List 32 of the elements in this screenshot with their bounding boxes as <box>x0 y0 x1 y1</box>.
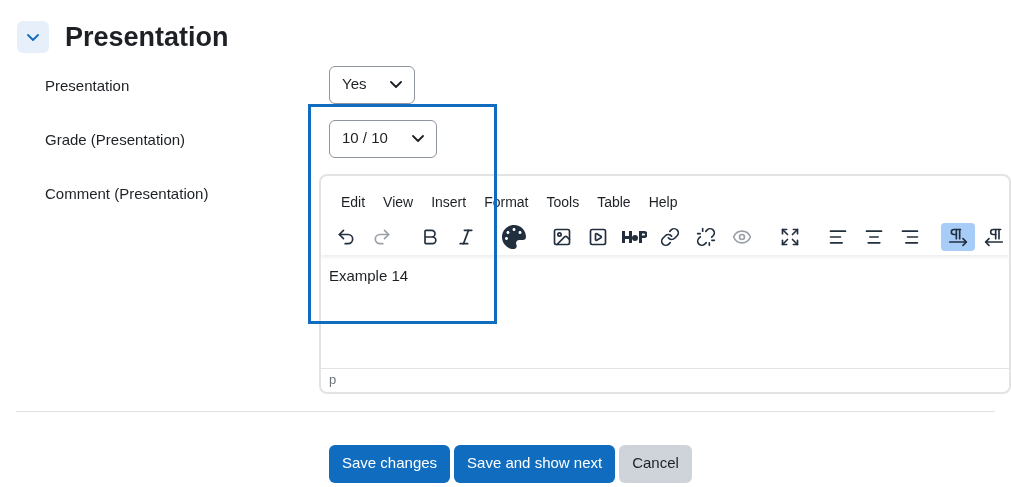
pilcrow-left-icon <box>983 226 1004 247</box>
menu-item[interactable]: Edit <box>332 189 374 215</box>
image-icon <box>551 226 572 247</box>
collapse-toggle[interactable] <box>17 21 49 54</box>
section-title: Presentation <box>65 21 229 54</box>
broken-link-icon <box>695 226 716 247</box>
toolbar-button[interactable] <box>940 222 975 251</box>
field-label: Presentation <box>45 76 130 94</box>
select-field[interactable]: 10 / 10 <box>329 119 437 158</box>
fullscreen-icon <box>779 226 800 247</box>
palette-icon <box>501 224 526 249</box>
chevron-down-icon <box>411 135 424 142</box>
pilcrow-right-icon <box>947 226 968 247</box>
form-button[interactable]: Save and show next <box>454 444 616 483</box>
menu-item[interactable]: Table <box>589 189 639 215</box>
play-icon <box>587 226 608 247</box>
editor-content: Example 14 <box>328 265 410 286</box>
field-label: Comment (Presentation) <box>45 184 209 202</box>
undo-icon <box>335 226 356 247</box>
menu-item[interactable]: Tools <box>538 189 588 215</box>
menu-item[interactable]: Help <box>640 189 686 215</box>
link-icon <box>659 226 680 247</box>
element-path: p <box>328 371 337 390</box>
chevron-down-icon <box>27 33 39 41</box>
logo-icon <box>620 228 647 245</box>
menu-item[interactable]: View <box>375 189 422 215</box>
menu-item[interactable]: Insert <box>423 189 475 215</box>
select-field[interactable]: Yes <box>329 65 416 104</box>
form-button[interactable]: Cancel <box>619 444 692 483</box>
field-label: Grade (Presentation) <box>45 130 186 148</box>
chevron-down-icon <box>390 81 403 88</box>
form-button[interactable]: Save changes <box>329 444 451 483</box>
